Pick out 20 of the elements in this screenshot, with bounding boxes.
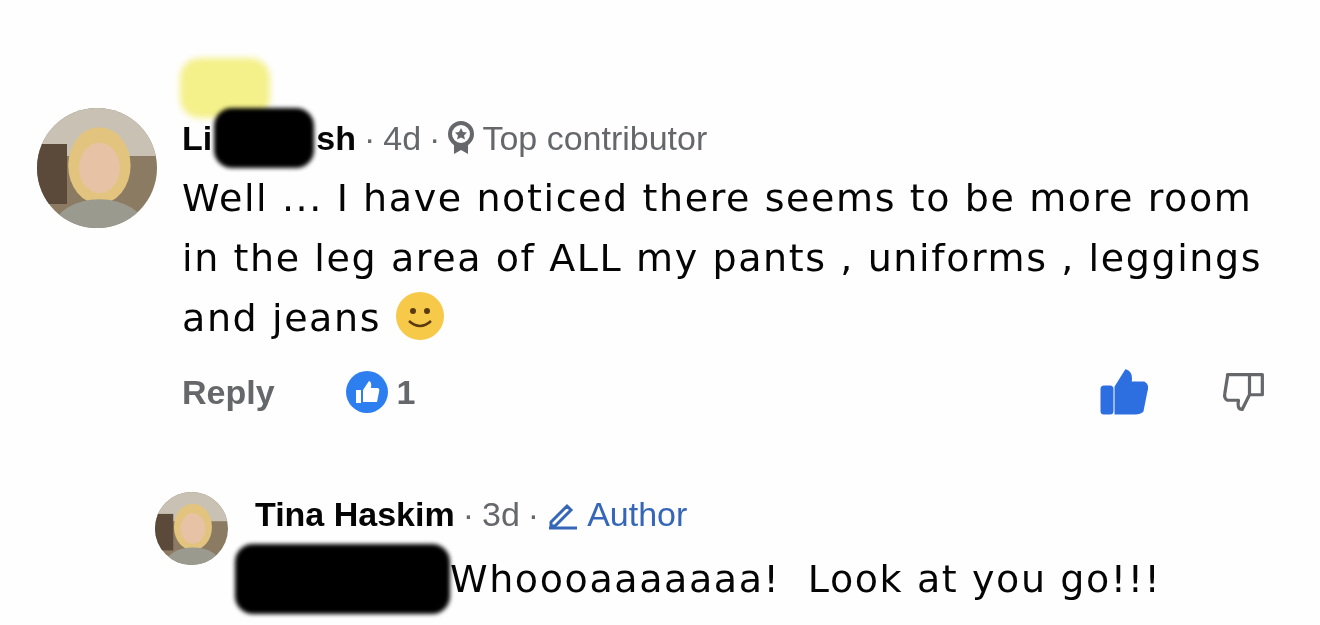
commenter-name[interactable]: Tina Haskim bbox=[255, 494, 455, 534]
comment-time: 4d bbox=[383, 118, 422, 158]
badge-label: Top contributor bbox=[482, 118, 708, 158]
like-count: 1 bbox=[396, 372, 416, 412]
smiley-icon bbox=[395, 291, 446, 341]
like-count-icon bbox=[344, 370, 389, 414]
dislike-icon[interactable] bbox=[1222, 370, 1266, 414]
separator: · bbox=[462, 494, 474, 534]
comment-text: Well ... I have noticed there seems to be more room in the leg area of ALL my pants , uniforms , leggings and jeans bbox=[182, 175, 1264, 343]
like-icon[interactable] bbox=[1100, 369, 1148, 415]
comment-time: 3d bbox=[482, 494, 520, 534]
commenter-name[interactable]: sh bbox=[316, 118, 356, 158]
badge-label: Author bbox=[587, 494, 688, 534]
separator: · bbox=[429, 118, 441, 158]
badge-icon bbox=[448, 121, 475, 155]
reply-text: Whoooaaaaaaa! Look at you go!!! bbox=[450, 556, 1162, 603]
separator: · bbox=[527, 494, 540, 534]
separator: · bbox=[363, 118, 376, 158]
commenter-name[interactable]: Li bbox=[182, 118, 213, 158]
reply-button[interactable]: Reply bbox=[182, 372, 275, 412]
